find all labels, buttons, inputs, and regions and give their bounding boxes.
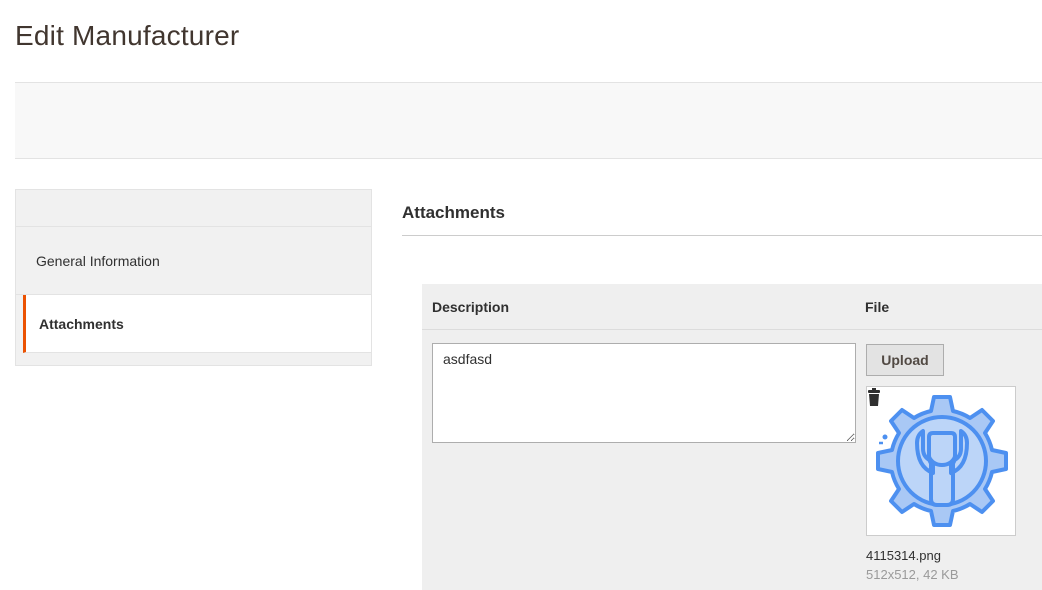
sidebar-item-general-information[interactable]: General Information [16, 227, 371, 295]
sidebar-tabs-header [16, 190, 371, 227]
sidebar-item-attachments[interactable]: Attachments [23, 295, 371, 353]
file-meta: 512x512, 42 KB [866, 567, 959, 582]
page-title: Edit Manufacturer [15, 20, 240, 51]
upload-button[interactable]: Upload [866, 344, 944, 376]
column-header-file: File [865, 299, 890, 315]
file-thumbnail[interactable] [866, 386, 1016, 536]
page-actions-bar [15, 82, 1042, 159]
column-header-description: Description [432, 299, 510, 315]
file-name: 4115314.png [866, 548, 941, 563]
sidebar-item-label: General Information [36, 252, 160, 269]
gear-wrench-icon [876, 395, 1008, 527]
section-title: Attachments [402, 203, 505, 222]
sidebar-item-label: Attachments [39, 315, 124, 332]
trash-icon[interactable] [867, 387, 881, 407]
section-divider [402, 235, 1042, 236]
attachments-grid: Description File asdfasd Upload 4115314.… [422, 284, 1042, 590]
grid-header: Description File [422, 284, 1042, 330]
sidebar-tabs: General Information Attachments [15, 189, 372, 366]
description-textarea[interactable]: asdfasd [432, 343, 856, 443]
